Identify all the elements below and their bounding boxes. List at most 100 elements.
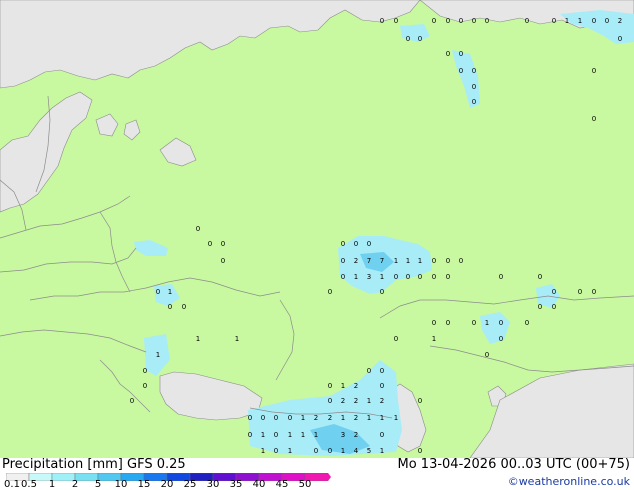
legend-label: 5 bbox=[94, 479, 102, 490]
precip-value: 7 bbox=[380, 257, 384, 265]
precip-value: 0 bbox=[208, 240, 212, 248]
precip-value: 0 bbox=[538, 273, 542, 281]
precip-value: 1 bbox=[156, 351, 160, 359]
precip-value: 1 bbox=[261, 431, 265, 439]
precip-value: 2 bbox=[380, 397, 384, 405]
precip-value: 1 bbox=[380, 273, 384, 281]
precip-value: 1 bbox=[406, 257, 410, 265]
precip-value: 0 bbox=[182, 303, 186, 311]
precip-value: 0 bbox=[367, 367, 371, 375]
precip-value: 0 bbox=[472, 67, 476, 75]
precip-value: 0 bbox=[274, 447, 278, 455]
precipitation-map[interactable]: 0 0 0 0 0 0 0 0 0 1 1 0 0 20 0 00 00 0 000000 000 0 00 2 7 7 1 1 1 0… bbox=[0, 0, 634, 458]
precip-value: 1 bbox=[354, 273, 358, 281]
precip-value: 1 bbox=[341, 414, 345, 422]
precip-value: 0 bbox=[168, 303, 172, 311]
precip-value: 7 bbox=[367, 257, 371, 265]
precip-value: 3 bbox=[367, 273, 371, 281]
precip-value: 0 bbox=[380, 382, 384, 390]
precip-value: 0 bbox=[221, 240, 225, 248]
legend-label: 15 bbox=[137, 479, 151, 490]
precip-value: 0 bbox=[578, 288, 582, 296]
precip-value: 0 bbox=[432, 273, 436, 281]
map-title: Precipitation [mm] GFS 0.25 bbox=[2, 457, 186, 472]
precip-value: 2 bbox=[314, 414, 318, 422]
credit-link[interactable]: ©weatheronline.co.uk bbox=[508, 475, 630, 489]
legend-label: 20 bbox=[160, 479, 174, 490]
precip-value: 1 bbox=[367, 397, 371, 405]
precip-value: 0 bbox=[446, 257, 450, 265]
precip-value: 0 bbox=[418, 273, 422, 281]
legend-label: 25 bbox=[183, 479, 197, 490]
legend-label: 1 bbox=[48, 479, 56, 490]
precip-value: 1 bbox=[418, 257, 422, 265]
precip-value: 2 bbox=[341, 397, 345, 405]
precip-value: 0 bbox=[592, 115, 596, 123]
precip-value: 0 bbox=[328, 288, 332, 296]
precip-value: 2 bbox=[618, 17, 622, 25]
precip-value: 2 bbox=[354, 382, 358, 390]
forecast-datetime: Mo 13-04-2026 00..03 UTC (00+75) bbox=[397, 457, 631, 472]
precip-value: 0 bbox=[446, 17, 450, 25]
legend-label: 0.1 bbox=[4, 479, 20, 490]
precip-value: 0 bbox=[394, 335, 398, 343]
precip-value: 0 bbox=[618, 35, 622, 43]
precip-value: 1 bbox=[288, 447, 292, 455]
legend-labels: 0.1 0.5 1 2 5 10 15 20 25 30 35 40 45 50 bbox=[0, 480, 340, 490]
precip-value: 0 bbox=[380, 431, 384, 439]
precip-value: 0 bbox=[354, 240, 358, 248]
precip-value: 0 bbox=[592, 288, 596, 296]
map-footer: Precipitation [mm] GFS 0.25 Mo 13-04-202… bbox=[0, 458, 634, 490]
precip-value: 0 bbox=[328, 397, 332, 405]
precip-value: 0 bbox=[196, 225, 200, 233]
precip-value: 0 bbox=[288, 414, 292, 422]
precip-value: 2 bbox=[328, 414, 332, 422]
precip-value: 0 bbox=[418, 397, 422, 405]
precip-value: 0 bbox=[143, 382, 147, 390]
legend-label: 30 bbox=[206, 479, 220, 490]
precip-value: 0 bbox=[472, 83, 476, 91]
precip-value: 1 bbox=[341, 382, 345, 390]
precip-value: 0 bbox=[328, 447, 332, 455]
precip-value: 0 bbox=[418, 35, 422, 43]
precip-value: 1 bbox=[341, 447, 345, 455]
precip-value: 0 bbox=[328, 382, 332, 390]
precip-value: 0 bbox=[446, 319, 450, 327]
precip-value: 0 bbox=[446, 273, 450, 281]
precip-value: 0 bbox=[248, 414, 252, 422]
precip-value: 0 bbox=[499, 273, 503, 281]
precip-value: 0 bbox=[418, 447, 422, 455]
legend-label: 10 bbox=[114, 479, 128, 490]
precip-value: 0 bbox=[605, 17, 609, 25]
precip-value: 1 bbox=[380, 414, 384, 422]
precip-value: 1 bbox=[288, 431, 292, 439]
precip-value: 0 bbox=[459, 50, 463, 58]
precip-value: 0 bbox=[472, 319, 476, 327]
precip-value: 0 bbox=[472, 17, 476, 25]
precip-value: 2 bbox=[354, 257, 358, 265]
precip-value: 0 bbox=[459, 257, 463, 265]
precip-value: 0 bbox=[221, 257, 225, 265]
precip-value: 0 bbox=[406, 35, 410, 43]
precip-value: 3 bbox=[341, 431, 345, 439]
precip-value: 0 bbox=[394, 273, 398, 281]
precip-value: 0 bbox=[380, 17, 384, 25]
precip-value: 1 bbox=[565, 17, 569, 25]
precip-value: 1 bbox=[168, 288, 172, 296]
precip-value: 0 bbox=[248, 431, 252, 439]
precip-value: 0 bbox=[406, 273, 410, 281]
precip-value: 1 bbox=[578, 17, 582, 25]
precip-value: 2 bbox=[354, 397, 358, 405]
precip-value: 0 bbox=[432, 17, 436, 25]
precip-value: 1 bbox=[235, 335, 239, 343]
precip-value: 0 bbox=[380, 367, 384, 375]
precip-value: 0 bbox=[552, 17, 556, 25]
precip-value: 0 bbox=[380, 288, 384, 296]
precip-value: 4 bbox=[354, 447, 359, 455]
precip-value: 0 bbox=[367, 240, 371, 248]
precip-value: 0 bbox=[552, 303, 556, 311]
precip-value: 2 bbox=[354, 414, 358, 422]
precip-value: 0 bbox=[314, 447, 318, 455]
precip-value: 1 bbox=[301, 414, 305, 422]
precip-value: 0 bbox=[592, 67, 596, 75]
